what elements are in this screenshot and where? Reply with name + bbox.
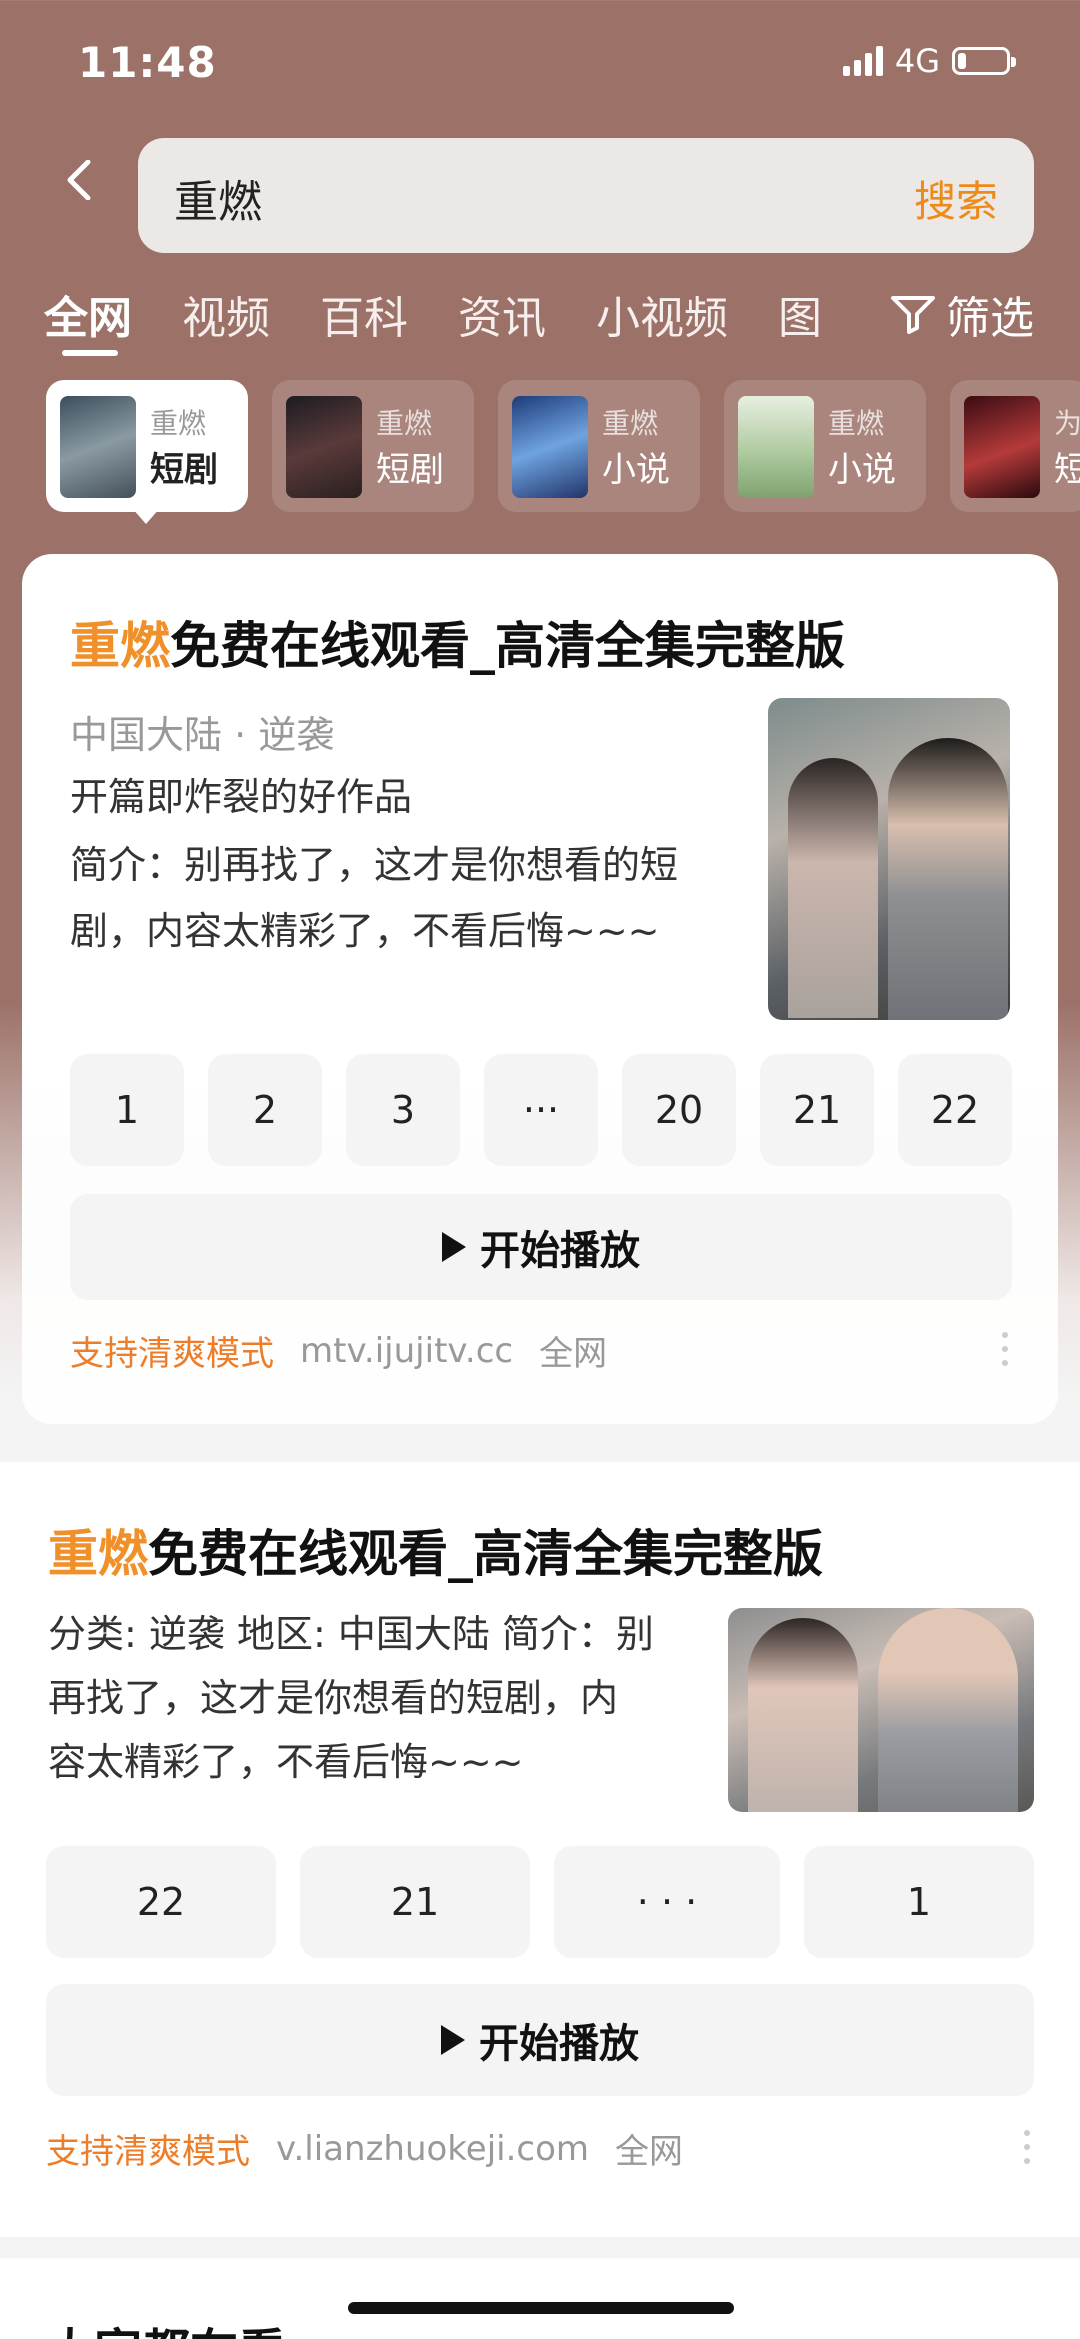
chip-thumbnail <box>286 396 362 498</box>
play-icon <box>441 2025 465 2055</box>
result-desc-line2: 剧，内容太精彩了，不看后悔~~~ <box>70 909 660 953</box>
source-domain: mtv.ijujitv.cc <box>300 1330 514 1371</box>
episode-button[interactable]: 20 <box>622 1054 736 1166</box>
clean-mode-label[interactable]: 支持清爽模式 <box>46 2124 250 2173</box>
tab-short-video[interactable]: 小视频 <box>596 282 728 346</box>
play-label: 开始播放 <box>480 1228 640 1274</box>
battery-icon <box>952 47 1016 75</box>
source-domain: v.lianzhuokeji.com <box>276 2128 590 2169</box>
source-scope: 全网 <box>539 1334 608 1374</box>
tab-news[interactable]: 资讯 <box>458 282 546 346</box>
play-icon <box>442 1232 466 1262</box>
chip-thumbnail <box>964 396 1040 498</box>
episode-button[interactable]: 2 <box>208 1054 322 1166</box>
chip-type: 短剧 <box>150 450 218 490</box>
episode-button[interactable]: 22 <box>898 1054 1012 1166</box>
clean-mode-label[interactable]: 支持清爽模式 <box>70 1326 274 1375</box>
network-label: 4G <box>894 42 940 80</box>
result-poster[interactable] <box>768 698 1010 1020</box>
chip-title: 重燃 <box>828 407 885 440</box>
more-options-icon[interactable] <box>1002 1332 1008 1366</box>
chip-duanju-2[interactable]: 重燃 短剧 <box>272 380 474 512</box>
chip-type: 短 <box>1054 450 1080 490</box>
result-title[interactable]: 重燃免费在线观看_高清全集完整版 <box>48 1514 823 1586</box>
chip-type: 小说 <box>828 450 896 490</box>
search-button[interactable]: 搜索 <box>914 168 998 229</box>
title-highlight: 重燃 <box>70 617 170 675</box>
tab-video[interactable]: 视频 <box>182 282 270 346</box>
title-highlight: 重燃 <box>48 1525 148 1583</box>
result-desc-line3: 容太精彩了，不看后悔~~~ <box>48 1740 524 1784</box>
section-title: 大家都在看 <box>46 2312 286 2339</box>
next-section: 大家都在看 <box>0 2258 1080 2339</box>
chip-thumbnail <box>60 396 136 498</box>
play-button[interactable]: 开始播放 <box>70 1194 1012 1300</box>
chip-title: 重燃 <box>376 407 433 440</box>
result-source: 支持清爽模式 v.lianzhuokeji.com 全网 <box>46 2124 683 2173</box>
episode-more-button[interactable]: ··· <box>484 1054 598 1166</box>
status-indicators: 4G <box>842 42 1016 80</box>
play-button[interactable]: 开始播放 <box>46 1984 1034 2096</box>
chip-title: 为 <box>1054 407 1080 440</box>
episode-button[interactable]: 3 <box>346 1054 460 1166</box>
episode-more-button[interactable]: · · · <box>554 1846 780 1958</box>
signal-icon <box>842 46 883 76</box>
episode-button[interactable]: 1 <box>70 1054 184 1166</box>
tab-images[interactable]: 图 <box>778 282 822 346</box>
chip-novel-1[interactable]: 重燃 小说 <box>498 380 700 512</box>
home-indicator[interactable] <box>348 2302 734 2314</box>
filter-button[interactable]: 筛选 <box>880 282 1034 346</box>
chip-novel-2[interactable]: 重燃 小说 <box>724 380 926 512</box>
chip-thumbnail <box>512 396 588 498</box>
result-card-2: 重燃免费在线观看_高清全集完整版 分类: 逆袭 地区: 中国大陆 简介：别 再找… <box>0 1462 1080 2237</box>
result-desc-line1: 简介：别再找了，这才是你想看的短 <box>70 843 679 887</box>
result-source: 支持清爽模式 mtv.ijujitv.cc 全网 <box>70 1326 607 1375</box>
status-time: 11:48 <box>78 38 217 87</box>
filter-label: 筛选 <box>946 293 1034 344</box>
result-title[interactable]: 重燃免费在线观看_高清全集完整版 <box>70 606 845 678</box>
play-label: 开始播放 <box>479 2021 639 2067</box>
search-input[interactable]: 重燃 搜索 <box>138 138 1034 253</box>
tab-baike[interactable]: 百科 <box>320 282 408 346</box>
filter-icon <box>891 296 935 334</box>
result-desc-line1: 分类: 逆袭 地区: 中国大陆 简介：别 <box>48 1612 654 1656</box>
chip-type: 小说 <box>602 450 670 490</box>
title-rest: 免费在线观看_高清全集完整版 <box>170 617 845 675</box>
episode-button[interactable]: 1 <box>804 1846 1034 1958</box>
chip-type: 短剧 <box>376 450 444 490</box>
chip-duanju-1[interactable]: 重燃 短剧 <box>46 380 248 512</box>
chip-pointer <box>132 508 160 524</box>
search-query: 重燃 <box>174 177 262 228</box>
chip-duanju-3[interactable]: 为 短 <box>950 380 1080 512</box>
search-tabs: 全网 视频 百科 资讯 小视频 图 <box>44 282 822 346</box>
episode-button[interactable]: 22 <box>46 1846 276 1958</box>
more-options-icon[interactable] <box>1024 2130 1030 2164</box>
result-desc-line2: 再找了，这才是你想看的短剧，内 <box>48 1676 619 1720</box>
result-meta: 中国大陆 · 逆袭 <box>70 713 335 757</box>
title-rest: 免费在线观看_高清全集完整版 <box>148 1525 823 1583</box>
chip-title: 重燃 <box>602 407 659 440</box>
result-poster[interactable] <box>728 1608 1034 1812</box>
result-tagline: 开篇即炸裂的好作品 <box>70 775 413 819</box>
chip-title: 重燃 <box>150 407 207 440</box>
result-card-1: 重燃免费在线观看_高清全集完整版 中国大陆 · 逆袭 开篇即炸裂的好作品 简介：… <box>22 554 1058 1424</box>
active-tab-indicator <box>62 350 118 356</box>
back-arrow-icon[interactable] <box>60 160 100 200</box>
chip-thumbnail <box>738 396 814 498</box>
tab-all[interactable]: 全网 <box>44 282 132 346</box>
source-scope: 全网 <box>615 2132 684 2172</box>
episode-button[interactable]: 21 <box>760 1054 874 1166</box>
episode-button[interactable]: 21 <box>300 1846 530 1958</box>
